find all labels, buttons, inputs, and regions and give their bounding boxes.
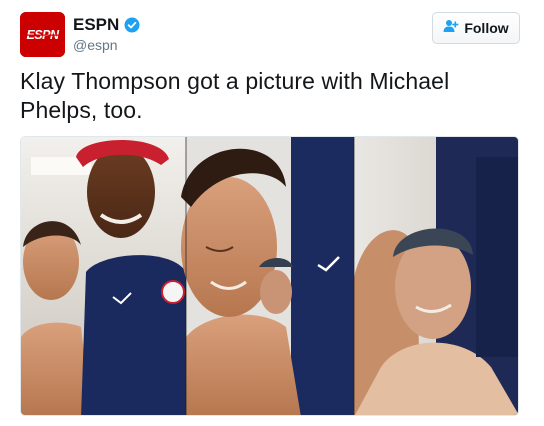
tweet-text: Klay Thompson got a picture with Michael…: [20, 68, 450, 123]
photo-panel-3: [354, 137, 518, 415]
follow-button[interactable]: Follow: [432, 12, 520, 44]
avatar[interactable]: ESPN: [20, 12, 65, 57]
tweet-card: ESPN ESPN @espn Follow Klay Thompson got…: [0, 0, 544, 426]
account-name[interactable]: ESPN: [73, 15, 119, 35]
follow-button-label: Follow: [464, 20, 509, 36]
verified-badge-icon: [124, 17, 140, 33]
photo-panel-2: [181, 137, 354, 415]
espn-logo-icon: ESPN: [20, 12, 65, 57]
account-handle[interactable]: @espn: [73, 37, 140, 53]
tweet-photo[interactable]: [20, 136, 519, 416]
tweet-header: ESPN ESPN @espn Follow: [20, 12, 520, 58]
account-info: ESPN @espn: [73, 14, 140, 53]
add-user-icon: [443, 19, 459, 38]
photo-collage: [21, 137, 518, 415]
photo-panel-1: [21, 137, 186, 415]
name-row: ESPN: [73, 14, 140, 36]
